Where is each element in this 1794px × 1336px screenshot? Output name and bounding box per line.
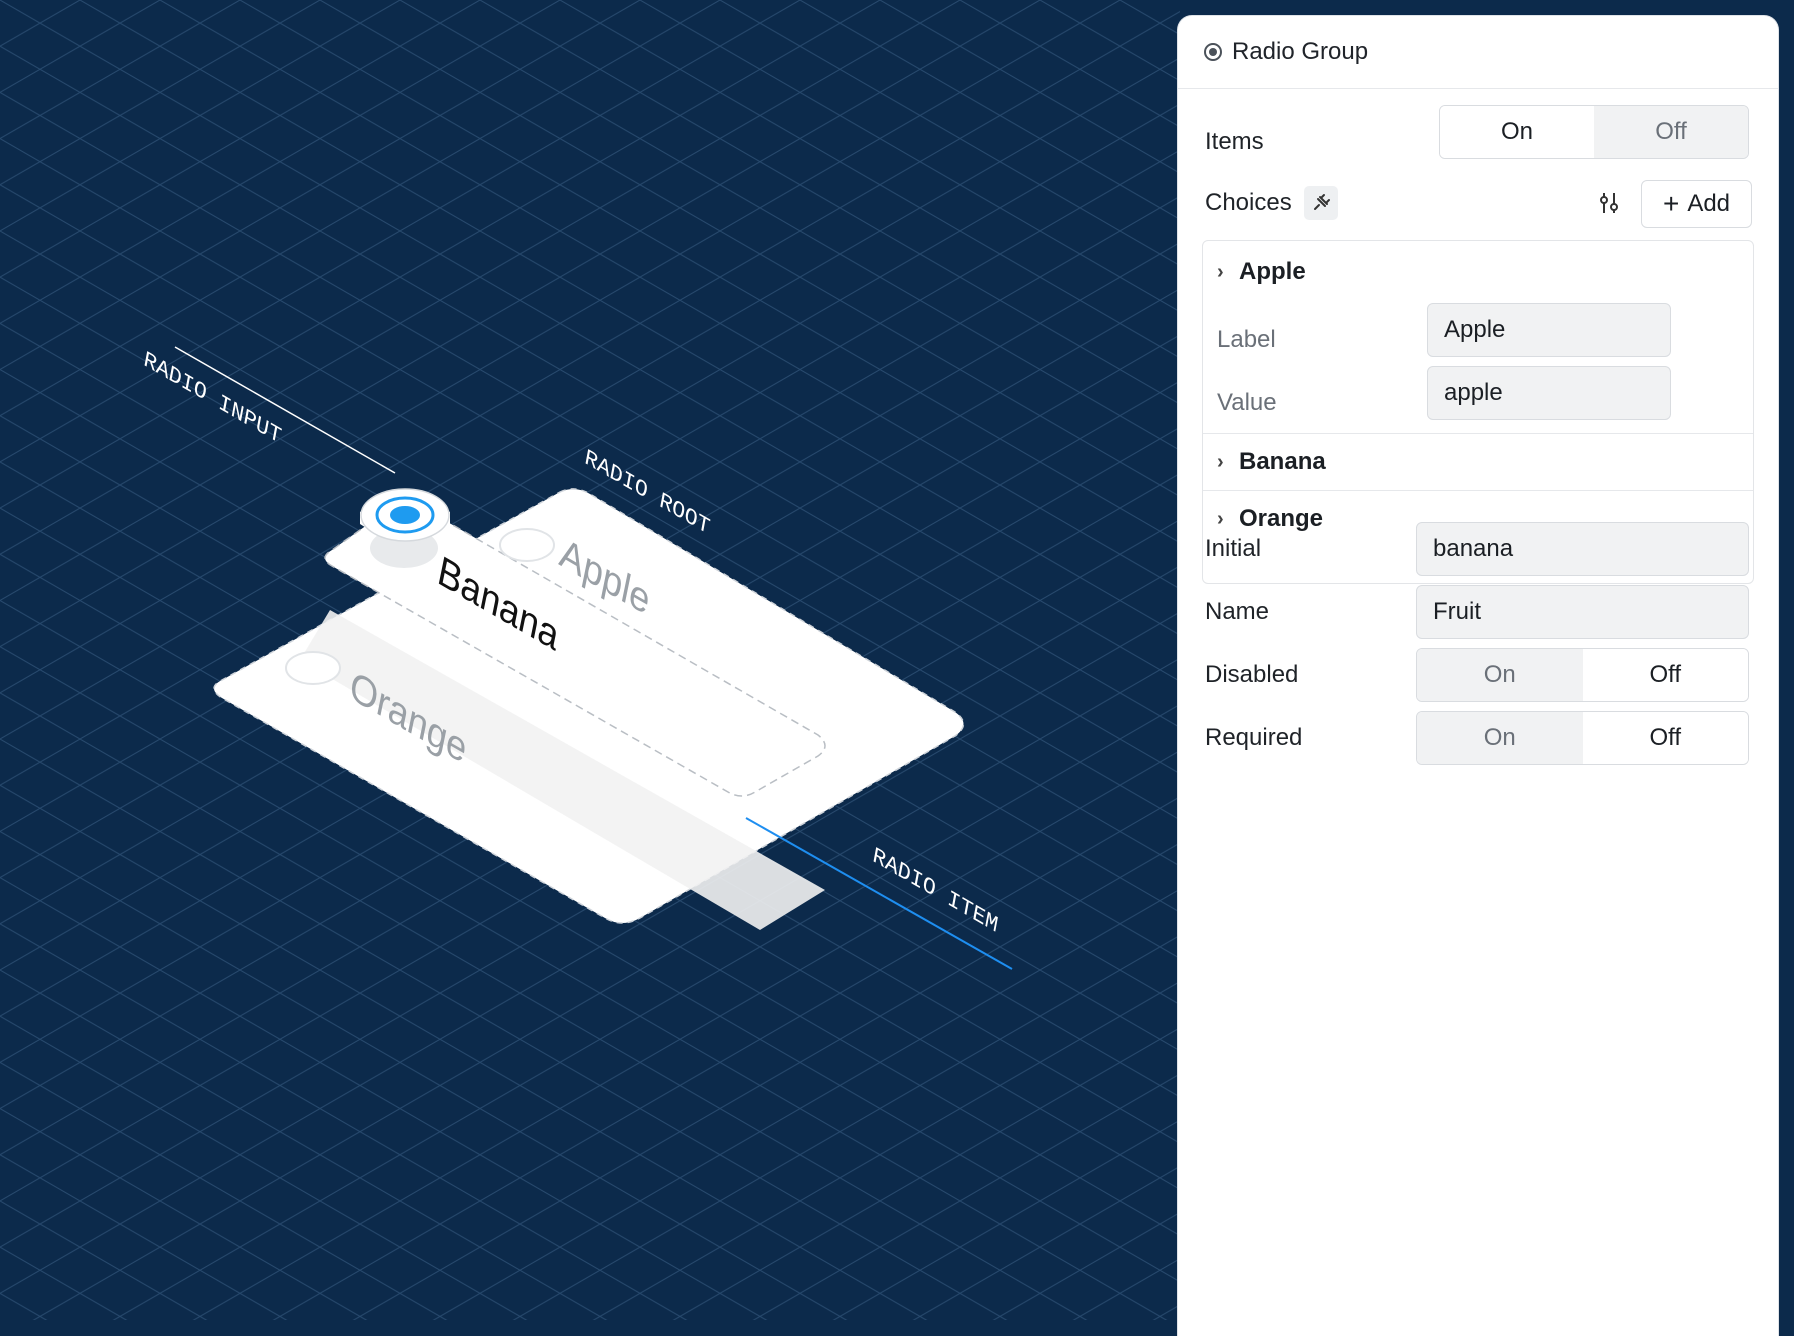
required-toggle[interactable]: On Off [1416, 711, 1749, 765]
orange-radio-circle [285, 651, 341, 685]
disabled-off-option[interactable]: Off [1582, 649, 1748, 701]
choice-label-caption: Label [1217, 326, 1276, 353]
items-toggle[interactable]: On Off [1439, 105, 1749, 159]
isometric-canvas: Apple Banana Orange RADIO INPUT RADIO RO… [0, 0, 1180, 1320]
canvas-illustration: Apple Banana Orange RADIO INPUT RADIO RO… [0, 0, 1180, 1320]
radio-group-icon [1204, 43, 1222, 61]
disabled-toggle[interactable]: On Off [1416, 648, 1749, 702]
sliders-icon[interactable] [1594, 188, 1624, 218]
apple-radio-circle [499, 528, 555, 562]
chevron-right-icon: › [1217, 260, 1224, 283]
choices-label: Choices [1205, 189, 1292, 216]
add-label: Add [1687, 190, 1731, 217]
required-label: Required [1205, 724, 1303, 751]
disabled-label: Disabled [1205, 661, 1299, 688]
add-choice-button[interactable]: + Add [1641, 180, 1752, 228]
initial-label: Initial [1205, 535, 1262, 562]
items-off-option[interactable]: Off [1594, 106, 1748, 158]
name-label: Name [1205, 598, 1270, 625]
items-on-option[interactable]: On [1440, 106, 1594, 158]
choice-banana-title: Banana [1239, 448, 1326, 475]
choice-value-input[interactable]: apple [1427, 366, 1671, 420]
choice-label-input[interactable]: Apple [1427, 303, 1671, 357]
panel-header: Radio Group [1178, 16, 1778, 89]
disabled-on-option[interactable]: On [1417, 649, 1583, 701]
plus-icon: + [1662, 188, 1680, 219]
required-off-option[interactable]: Off [1582, 712, 1748, 764]
choice-value-caption: Value [1217, 389, 1277, 416]
plug-icon[interactable] [1303, 186, 1338, 220]
items-label: Items [1205, 128, 1264, 155]
choice-apple-title: Apple [1239, 258, 1306, 285]
properties-panel: Radio Group Items On Off Choices + Add ›… [1178, 16, 1778, 1336]
radio-input-dot [390, 506, 420, 524]
choice-apple-header[interactable]: › Apple [1203, 241, 1753, 303]
choice-banana-header[interactable]: › Banana [1203, 434, 1753, 490]
required-on-option[interactable]: On [1417, 712, 1583, 764]
panel-title: Radio Group [1232, 38, 1369, 65]
initial-input[interactable]: banana [1416, 522, 1749, 576]
name-input[interactable]: Fruit [1416, 585, 1749, 639]
chevron-right-icon: › [1217, 450, 1224, 473]
